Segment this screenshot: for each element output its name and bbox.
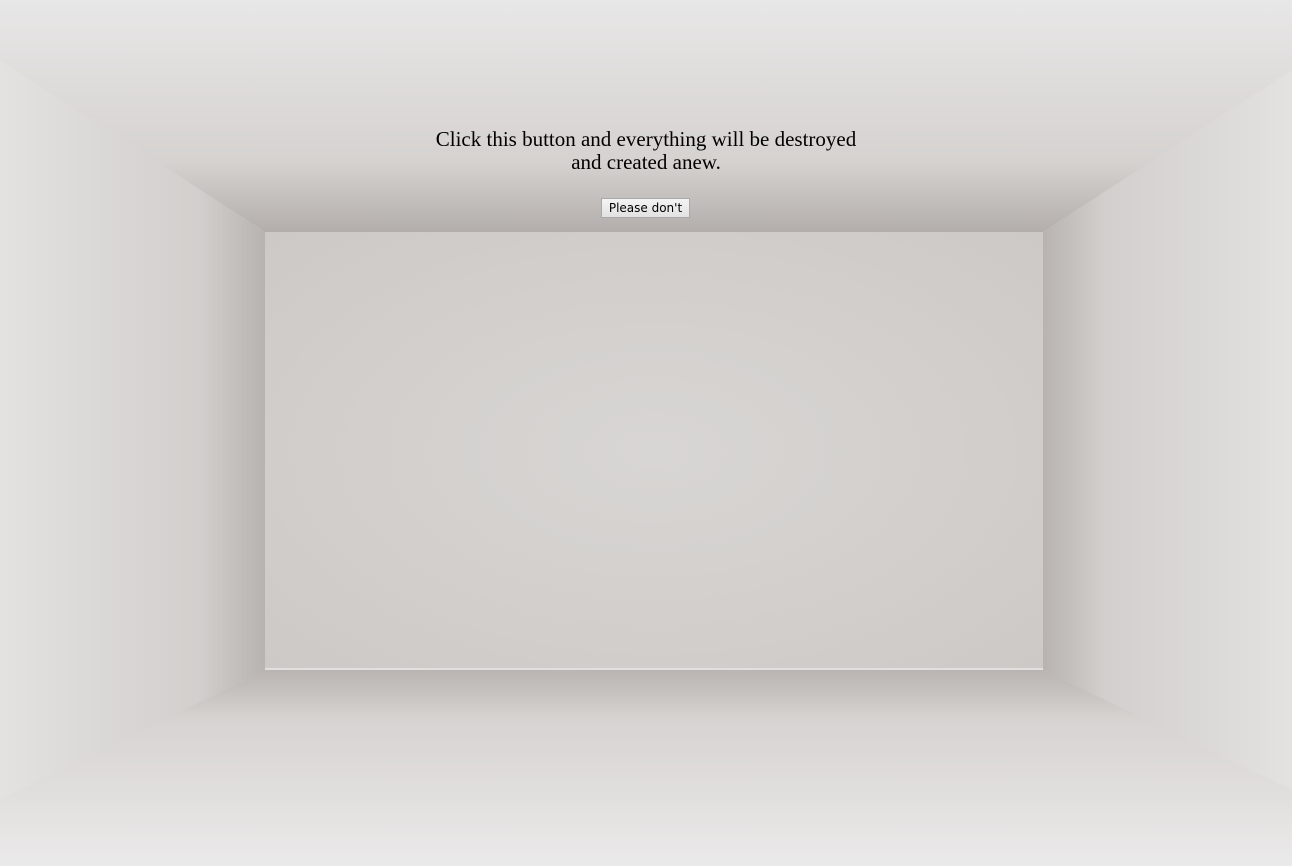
please-dont-button[interactable]: Please don't — [601, 198, 690, 218]
warning-message: Click this button and everything will be… — [396, 128, 896, 174]
room-background: Click this button and everything will be… — [0, 0, 1292, 866]
back-wall — [265, 232, 1043, 670]
warning-message-text: Click this button and everything will be… — [435, 127, 857, 174]
